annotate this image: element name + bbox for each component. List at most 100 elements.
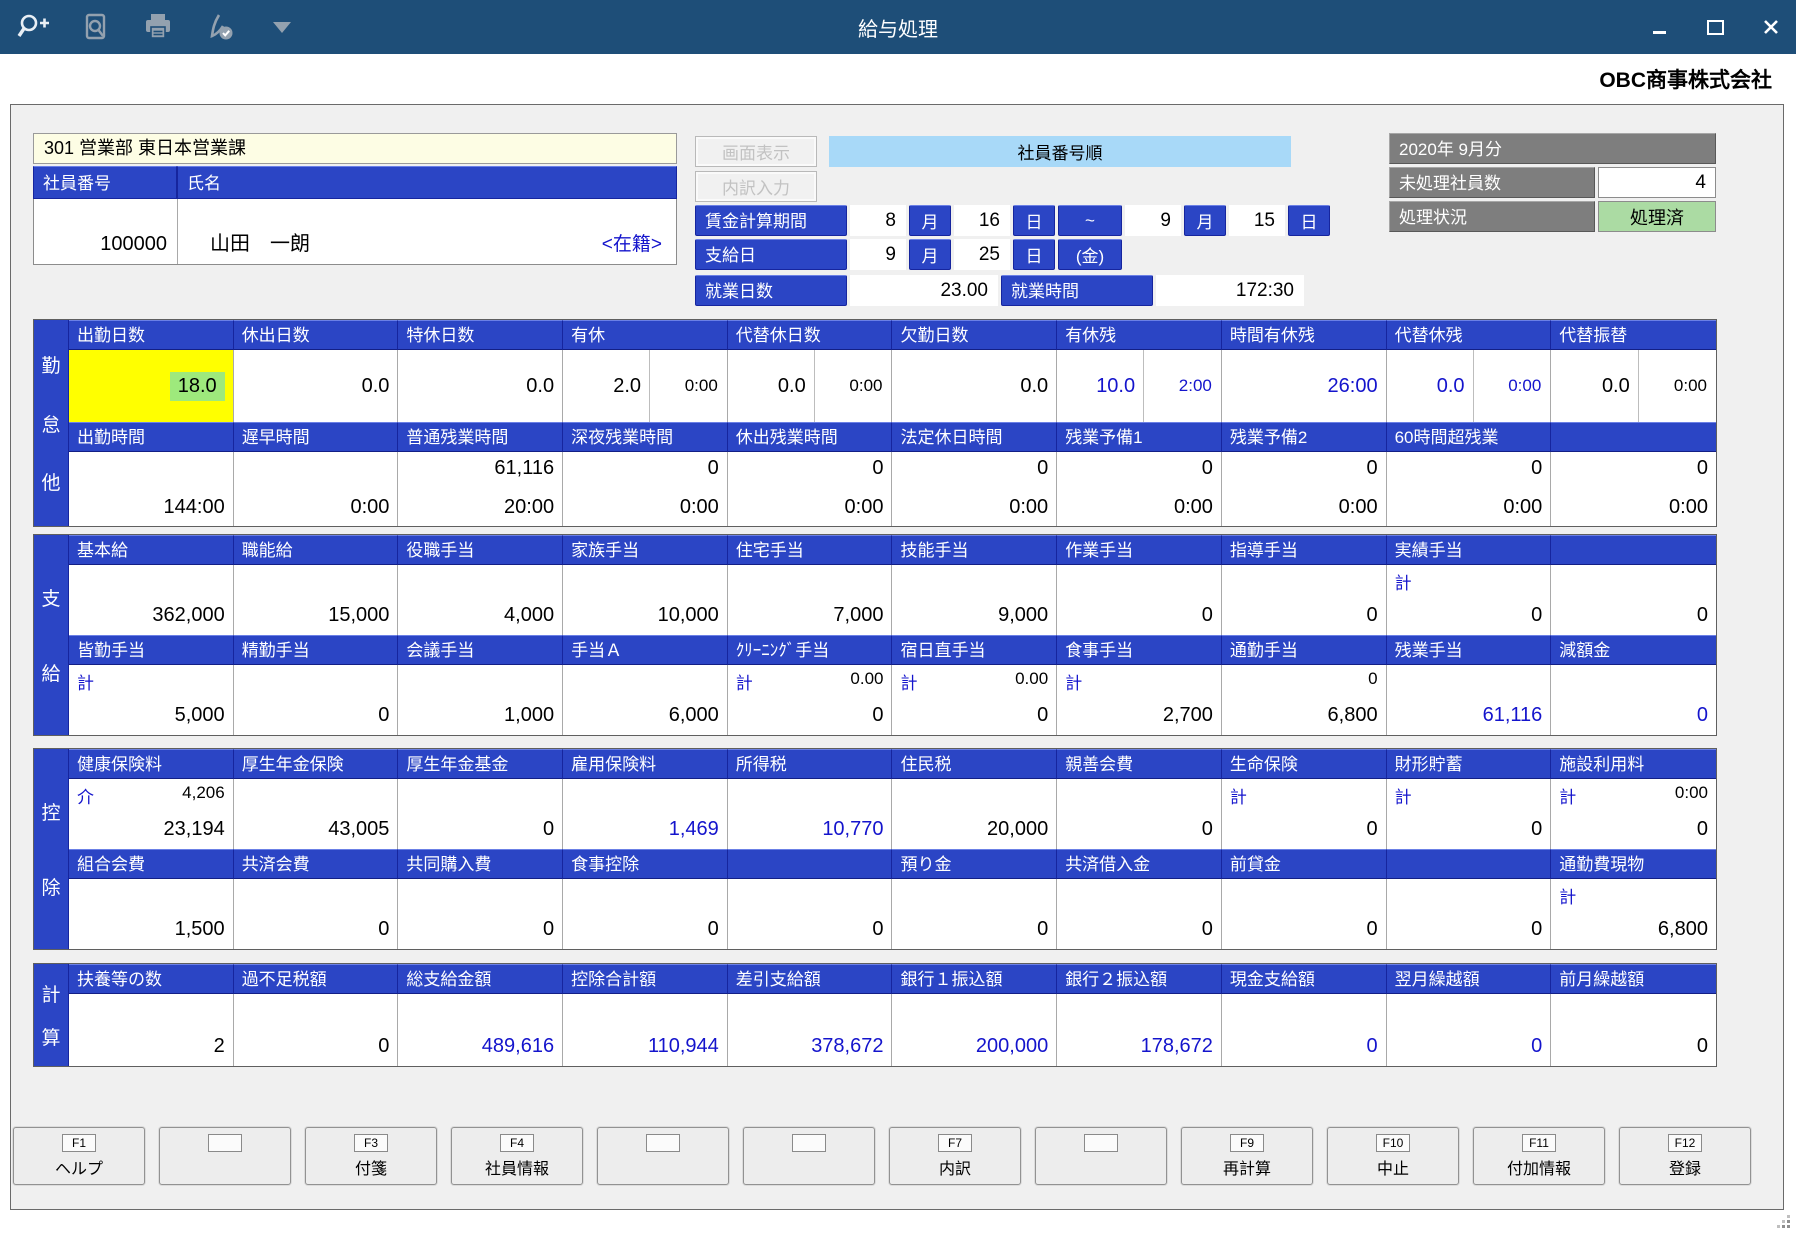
- value-cell[interactable]: 00:00: [728, 452, 893, 526]
- payday-month[interactable]: 9: [850, 239, 906, 270]
- cell-sub-value: 2:00: [1143, 350, 1221, 422]
- fkey-help[interactable]: F1ヘルプ: [13, 1127, 145, 1185]
- working-hours-value[interactable]: 172:30: [1156, 275, 1304, 306]
- employee-number[interactable]: 100000: [34, 199, 178, 264]
- value-cell[interactable]: 0: [1551, 665, 1716, 735]
- cell-value: 43,005: [234, 818, 398, 849]
- value-cell[interactable]: 0: [1222, 879, 1387, 949]
- employee-name[interactable]: 山田 一朗: [178, 199, 602, 264]
- value-cell[interactable]: 43,005: [234, 779, 399, 849]
- cell-value: 2.0: [563, 350, 649, 422]
- period-from-day[interactable]: 16: [954, 205, 1010, 236]
- fkey-recalculate[interactable]: F9再計算: [1181, 1127, 1313, 1185]
- value-cell[interactable]: 0: [234, 665, 399, 735]
- value-cell[interactable]: 00:00: [1387, 452, 1552, 526]
- period-to-day[interactable]: 15: [1229, 205, 1285, 236]
- fkey-additional-info[interactable]: F11付加情報: [1473, 1127, 1605, 1185]
- value-cell[interactable]: 0.0: [234, 350, 399, 422]
- value-cell[interactable]: 2: [69, 994, 234, 1066]
- value-cell[interactable]: 0:00: [234, 452, 399, 526]
- value-cell[interactable]: 計5,000: [69, 665, 234, 735]
- value-cell[interactable]: 0: [728, 879, 893, 949]
- fkey-register[interactable]: F12登録: [1619, 1127, 1751, 1185]
- period-to-month[interactable]: 9: [1125, 205, 1181, 236]
- value-cell[interactable]: 0: [1387, 879, 1552, 949]
- value-cell[interactable]: 2.00:00: [563, 350, 728, 422]
- value-cell[interactable]: 144:00: [69, 452, 234, 526]
- fkey-employee-info[interactable]: F4社員情報: [451, 1127, 583, 1185]
- cell-value: 7,000: [728, 604, 892, 635]
- value-cell[interactable]: 介4,20623,194: [69, 779, 234, 849]
- value-cell[interactable]: 6,000: [563, 665, 728, 735]
- payday-day[interactable]: 25: [954, 239, 1010, 270]
- column-header: 代替振替: [1551, 320, 1716, 350]
- maximize-button[interactable]: [1704, 16, 1726, 38]
- value-cell[interactable]: 4,000: [398, 565, 563, 635]
- value-cell[interactable]: 0.00:00: [1551, 350, 1716, 422]
- fkey-f2-empty[interactable]: [159, 1127, 291, 1185]
- fkey-sticky-note[interactable]: F3付箋: [305, 1127, 437, 1185]
- value-cell[interactable]: 計0: [1222, 779, 1387, 849]
- value-cell[interactable]: 10,000: [563, 565, 728, 635]
- fkey-f5-empty[interactable]: [597, 1127, 729, 1185]
- value-cell[interactable]: 15,000: [234, 565, 399, 635]
- minimize-button[interactable]: [1648, 16, 1670, 38]
- value-cell[interactable]: 61,11620:00: [398, 452, 563, 526]
- payroll-processing-window: { "window": {"title": "給与処理", "company":…: [0, 0, 1796, 1234]
- value-cell[interactable]: 0: [892, 879, 1057, 949]
- value-cell[interactable]: 0: [1222, 565, 1387, 635]
- value-cell[interactable]: 計0.000: [728, 665, 893, 735]
- value-cell[interactable]: 0: [1057, 779, 1222, 849]
- value-cell[interactable]: 0: [1057, 565, 1222, 635]
- value-cell[interactable]: 0.0: [398, 350, 563, 422]
- value-cell[interactable]: 362,000: [69, 565, 234, 635]
- value-cell[interactable]: 0: [234, 879, 399, 949]
- value-cell[interactable]: 0: [398, 779, 563, 849]
- screen-display-button[interactable]: 画面表示: [695, 136, 817, 167]
- value-cell[interactable]: 00:00: [1551, 452, 1716, 526]
- value-cell[interactable]: 0: [1057, 879, 1222, 949]
- fkey-breakdown[interactable]: F7内訳: [889, 1127, 1021, 1185]
- fkey-f6-empty[interactable]: [743, 1127, 875, 1185]
- value-cell[interactable]: 20,000: [892, 779, 1057, 849]
- fkey-cancel[interactable]: F10中止: [1327, 1127, 1459, 1185]
- working-days-value[interactable]: 23.00: [850, 275, 998, 306]
- period-from-month[interactable]: 8: [850, 205, 906, 236]
- value-cell[interactable]: 26:00: [1222, 350, 1387, 422]
- value-cell[interactable]: 10.02:00: [1057, 350, 1222, 422]
- sort-order-bar[interactable]: 社員番号順: [829, 136, 1291, 167]
- value-cell[interactable]: 1,469: [563, 779, 728, 849]
- department-bar[interactable]: 301 営業部 東日本営業課: [33, 133, 677, 164]
- employee-row[interactable]: 100000 山田 一朗 <在籍>: [33, 199, 677, 265]
- value-cell[interactable]: 0.0: [892, 350, 1057, 422]
- value-cell[interactable]: 計0.000: [892, 665, 1057, 735]
- value-cell[interactable]: 61,116: [1387, 665, 1552, 735]
- value-cell[interactable]: 00:00: [563, 452, 728, 526]
- value-cell[interactable]: 00:00: [892, 452, 1057, 526]
- value-cell[interactable]: 0: [563, 879, 728, 949]
- value-cell[interactable]: 0: [1551, 565, 1716, 635]
- value-cell[interactable]: 1,500: [69, 879, 234, 949]
- day-unit: 日: [1013, 239, 1055, 270]
- value-cell[interactable]: 0.00:00: [728, 350, 893, 422]
- detail-input-button[interactable]: 内訳入力: [695, 171, 817, 202]
- value-cell[interactable]: 計2,700: [1057, 665, 1222, 735]
- value-cell[interactable]: 計0:000: [1551, 779, 1716, 849]
- value-cell[interactable]: 0: [398, 879, 563, 949]
- value-cell[interactable]: 0.00:00: [1387, 350, 1552, 422]
- value-cell[interactable]: 00:00: [1057, 452, 1222, 526]
- value-cell[interactable]: 1,000: [398, 665, 563, 735]
- value-cell[interactable]: 7,000: [728, 565, 893, 635]
- value-cell-focused[interactable]: 18.0: [69, 350, 234, 422]
- value-cell[interactable]: 計0: [1387, 565, 1552, 635]
- close-button[interactable]: [1760, 16, 1782, 38]
- value-cell[interactable]: 10,770: [728, 779, 893, 849]
- value-cell[interactable]: 計0: [1387, 779, 1552, 849]
- value-cell[interactable]: 9,000: [892, 565, 1057, 635]
- value-cell[interactable]: 0: [234, 994, 399, 1066]
- fkey-f8-empty[interactable]: [1035, 1127, 1167, 1185]
- value-cell[interactable]: 00:00: [1222, 452, 1387, 526]
- value-cell[interactable]: 06,800: [1222, 665, 1387, 735]
- resize-grip[interactable]: [1775, 1213, 1791, 1229]
- value-cell[interactable]: 計6,800: [1551, 879, 1716, 949]
